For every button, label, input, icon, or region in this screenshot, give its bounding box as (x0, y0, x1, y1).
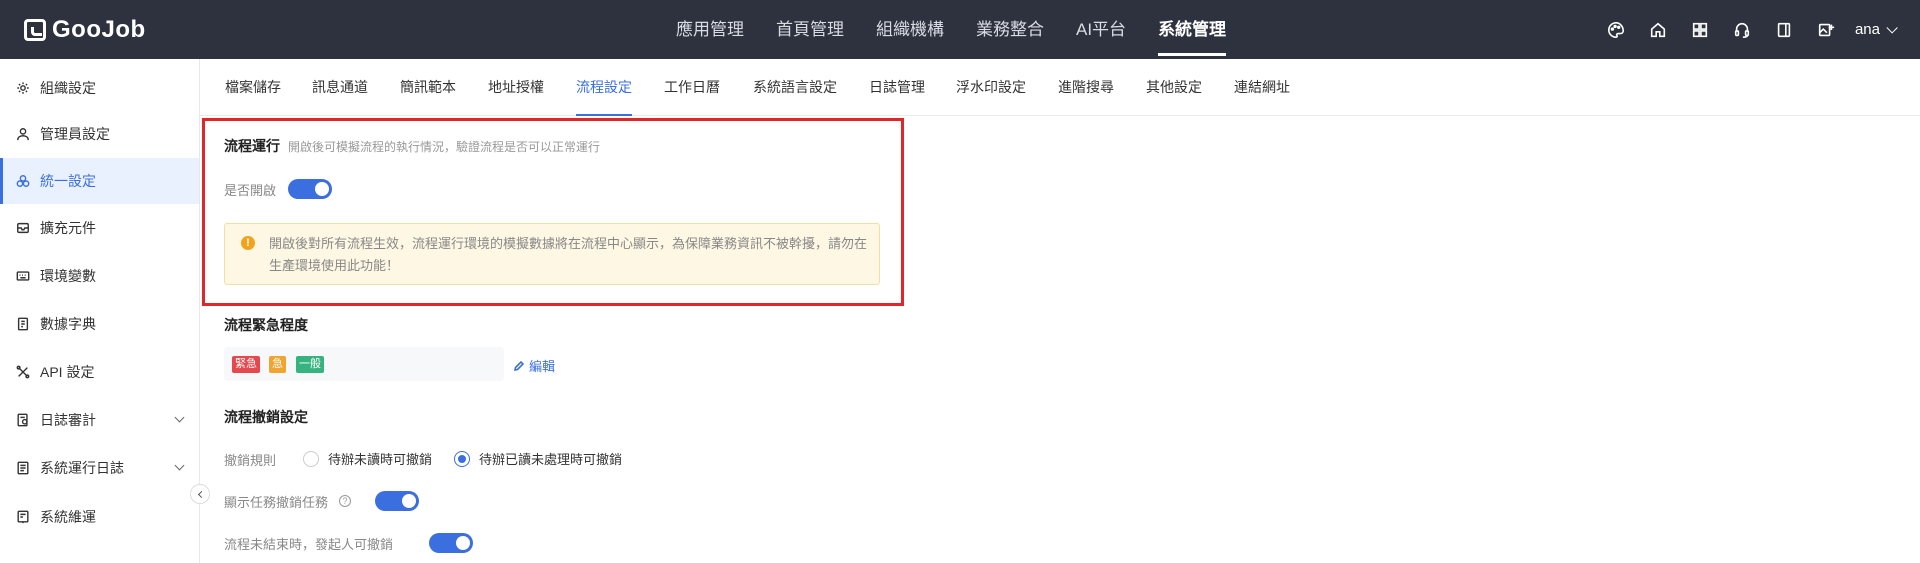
audit-icon (16, 413, 30, 427)
tab-link-url[interactable]: 連結網址 (1234, 59, 1290, 116)
chevron-left-icon (197, 490, 205, 498)
sidebar-item-label: API 設定 (40, 364, 95, 380)
warning-icon: ! (241, 236, 255, 250)
tab-other-settings[interactable]: 其他設定 (1146, 59, 1202, 116)
sidebar-item-label: 管理員設定 (40, 126, 110, 142)
process-run-title: 流程運行 (224, 138, 280, 154)
user-name: ana (1854, 21, 1880, 38)
process-run-enable-label: 是否開啟 (224, 183, 277, 198)
sidebar-collapse-button[interactable] (190, 484, 210, 504)
urgency-title: 流程緊急程度 (224, 317, 308, 333)
chevron-down-icon (1886, 21, 1898, 34)
logo-mark-icon (24, 19, 46, 41)
radio-label: 待辦已讀未處理時可撤銷 (479, 452, 623, 467)
urgency-tag-high: 急 (269, 356, 286, 373)
brand-logo[interactable]: GooJob (24, 16, 146, 44)
sidebar-item-unified-settings[interactable]: 統一設定 (0, 158, 199, 204)
sidebar-item-env-variables[interactable]: 環境變數 (0, 253, 199, 299)
sidebar-item-api-settings[interactable]: API 設定 (0, 349, 199, 395)
urgency-tag-urgent: 緊急 (232, 356, 260, 373)
edit-label: 編輯 (529, 359, 556, 374)
chevron-down-icon (174, 412, 185, 423)
gear-icon (16, 81, 30, 95)
top-nav-system-management[interactable]: 系統管理 (1142, 0, 1242, 59)
process-settings-panel: 流程運行 開啟後可模擬流程的執行情況，驗證流程是否可以正常運行 是否開啟 ! 開… (200, 116, 1920, 563)
keyboard-icon (16, 269, 30, 283)
sidebar-item-system-maintenance[interactable]: 系統維運 (0, 494, 199, 540)
book-icon[interactable] (1773, 19, 1795, 41)
settings-tabs: 檔案儲存 訊息通道 簡訊範本 地址授權 流程設定 工作日曆 系統語言設定 日誌管… (200, 59, 1920, 116)
sidebar-item-admin-settings[interactable]: 管理員設定 (0, 111, 199, 157)
sidebar-item-label: 日誌審計 (40, 412, 96, 428)
sidebar-item-label: 系統運行日誌 (40, 460, 124, 476)
api-icon (16, 365, 30, 379)
tab-work-calendar[interactable]: 工作日曆 (664, 59, 720, 116)
radio-dot (303, 450, 319, 467)
tab-file-storage[interactable]: 檔案儲存 (225, 59, 281, 116)
log-icon (16, 461, 30, 475)
sidebar-item-log-audit[interactable]: 日誌審計 (0, 397, 199, 443)
initiator-revoke-label: 流程未結束時，發起人可撤銷 (224, 537, 394, 552)
help-icon[interactable]: ? (339, 495, 351, 507)
top-nav-app-management[interactable]: 應用管理 (660, 0, 760, 59)
dictionary-icon (16, 317, 30, 331)
top-header: GooJob 應用管理 首頁管理 組織機構 業務整合 AI平台 系統管理 ana (0, 0, 1920, 59)
tab-system-language[interactable]: 系統語言設定 (753, 59, 837, 116)
revoke-option-unread[interactable]: 待辦未讀時可撤銷 (303, 449, 432, 468)
top-nav-organization[interactable]: 組織機構 (860, 0, 960, 59)
process-run-description: 開啟後可模擬流程的執行情況，驗證流程是否可以正常運行 (288, 140, 601, 154)
sidebar-item-extensions[interactable]: 擴充元件 (0, 205, 199, 251)
urgency-tag-normal: 一般 (296, 356, 324, 373)
top-nav-business-integration[interactable]: 業務整合 (960, 0, 1060, 59)
tab-watermark-settings[interactable]: 浮水印設定 (956, 59, 1026, 116)
warning-text: 開啟後對所有流程生效，流程運行環境的模擬數據將在流程中心顯示，為保障業務資訊不被… (269, 236, 868, 273)
top-nav: 應用管理 首頁管理 組織機構 業務整合 AI平台 系統管理 (660, 0, 1242, 59)
tab-message-channel[interactable]: 訊息通道 (312, 59, 368, 116)
process-run-toggle[interactable] (288, 179, 332, 199)
sidebar-item-system-run-log[interactable]: 系統運行日誌 (0, 445, 199, 491)
sidebar-item-label: 環境變數 (40, 268, 96, 284)
sidebar-item-label: 組織設定 (40, 80, 96, 96)
tab-address-auth[interactable]: 地址授權 (488, 59, 544, 116)
process-run-warning: ! 開啟後對所有流程生效，流程運行環境的模擬數據將在流程中心顯示，為保障業務資訊… (224, 223, 880, 285)
home-icon[interactable] (1647, 19, 1669, 41)
sidebar-item-data-dictionary[interactable]: 數據字典 (0, 301, 199, 347)
box-icon (16, 221, 30, 235)
maintenance-icon (16, 510, 30, 524)
headset-icon[interactable] (1731, 19, 1753, 41)
top-nav-home-management[interactable]: 首頁管理 (760, 0, 860, 59)
edit-pencil-icon (513, 360, 525, 371)
image-add-icon[interactable] (1815, 19, 1837, 41)
revoke-rule-label: 撤銷規則 (224, 453, 277, 468)
revoke-option-read-unprocessed[interactable]: 待辦已讀未處理時可撤銷 (454, 449, 622, 468)
header-actions: ana (1585, 0, 1898, 59)
radio-dot (454, 450, 470, 467)
sidebar-item-label: 數據字典 (40, 316, 96, 332)
sidebar: 組織設定 管理員設定 統一設定 擴充元件 環境變數 數據字典 API 設定 日誌… (0, 59, 200, 563)
tab-sms-template[interactable]: 簡訊範本 (400, 59, 456, 116)
user-icon (16, 127, 30, 141)
tab-advanced-search[interactable]: 進階搜尋 (1058, 59, 1114, 116)
urgency-edit-link[interactable]: 編輯 (513, 356, 555, 375)
sidebar-item-label: 擴充元件 (40, 220, 96, 236)
sidebar-item-label: 系統維運 (40, 509, 96, 525)
apps-grid-icon[interactable] (1689, 19, 1711, 41)
tab-log-management[interactable]: 日誌管理 (869, 59, 925, 116)
urgency-tags: 緊急 急 一般 (224, 347, 504, 381)
revoke-title: 流程撤銷設定 (224, 409, 308, 425)
sidebar-item-organization-settings[interactable]: 組織設定 (0, 65, 199, 111)
top-nav-ai-platform[interactable]: AI平台 (1060, 0, 1142, 59)
radio-label: 待辦未讀時可撤銷 (328, 452, 433, 467)
palette-icon[interactable] (1605, 19, 1627, 41)
tab-process-settings[interactable]: 流程設定 (576, 59, 632, 116)
settings-cluster-icon (16, 174, 30, 188)
show-revoke-task-toggle[interactable] (375, 491, 419, 511)
show-revoke-task-label: 顯示任務撤銷任務 (224, 495, 329, 510)
chevron-down-icon (174, 460, 185, 471)
initiator-revoke-toggle[interactable] (429, 533, 473, 553)
user-menu[interactable]: ana (1854, 21, 1898, 38)
sidebar-item-label: 統一設定 (40, 173, 96, 189)
brand-name: GooJob (52, 16, 146, 43)
